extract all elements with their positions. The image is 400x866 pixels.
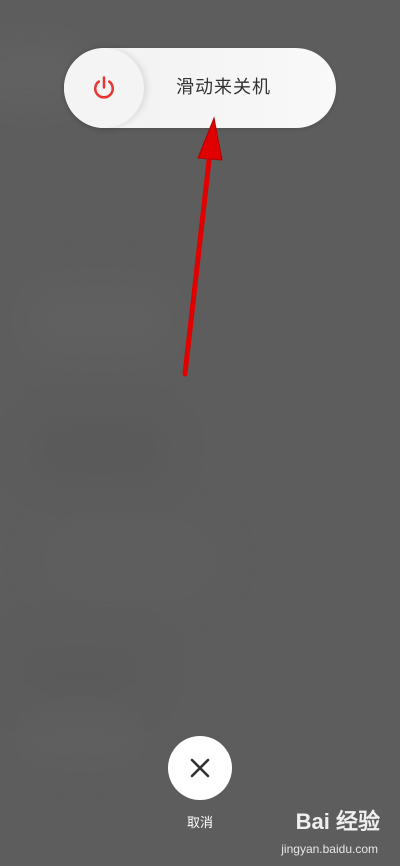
background-blur [40, 520, 220, 600]
cancel-label: 取消 [186, 816, 213, 831]
close-icon [190, 758, 210, 778]
background-blur [30, 420, 170, 480]
watermark-url: jingyan.baidu.com [281, 842, 378, 856]
slide-to-power-off-slider[interactable]: 滑动来关机 [64, 48, 336, 128]
slider-label: 滑动来关机 [176, 77, 271, 98]
background-blur [20, 280, 180, 360]
power-icon [94, 76, 114, 99]
cancel-button[interactable] [168, 736, 232, 800]
watermark-logo: Bai 经验 [295, 809, 380, 834]
power-knob[interactable] [64, 48, 144, 128]
background-blur [20, 710, 140, 760]
background-blur [10, 640, 150, 700]
